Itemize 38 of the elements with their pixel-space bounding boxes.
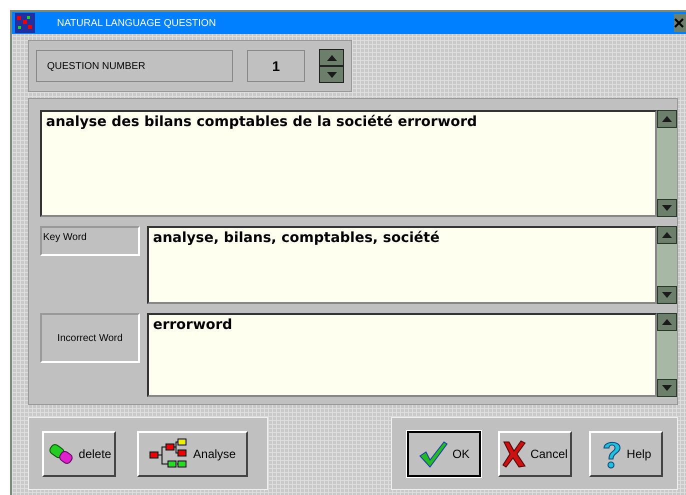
scroll-down-button[interactable]: [657, 286, 677, 304]
up-arrow-icon: [662, 116, 672, 122]
up-arrow-icon: [662, 232, 672, 238]
down-arrow-icon: [662, 292, 672, 298]
question-number-label: QUESTION NUMBER: [36, 50, 233, 82]
up-arrow-icon: [326, 54, 336, 60]
tree-diagram-icon: [149, 438, 190, 470]
text-area[interactable]: analyse, bilans, comptables, société: [147, 226, 657, 304]
text-area[interactable]: analyse des bilans comptables de la société errorword: [40, 110, 657, 217]
up-arrow-icon: [662, 319, 672, 325]
checkmark-icon: [418, 440, 448, 468]
ok-button[interactable]: OK: [407, 430, 481, 476]
scroll-up-button[interactable]: [657, 313, 677, 331]
x-mark-icon: [502, 440, 526, 468]
help-button[interactable]: Help: [589, 430, 663, 476]
decrement-button[interactable]: [319, 66, 344, 83]
down-arrow-icon: [662, 385, 672, 391]
close-icon: [674, 18, 684, 28]
down-arrow-icon: [326, 72, 336, 78]
scrollbar[interactable]: [657, 110, 677, 217]
question-number-value: 1: [247, 50, 305, 82]
scroll-up-button[interactable]: [657, 110, 677, 128]
increment-button[interactable]: [319, 49, 344, 66]
field-label: Key Word: [40, 226, 140, 256]
cancel-button[interactable]: Cancel: [498, 430, 572, 476]
scroll-down-button[interactable]: [657, 379, 677, 397]
delete-button[interactable]: delete: [42, 430, 116, 476]
window-title: NATURAL LANGUAGE QUESTION: [57, 16, 216, 30]
close-button[interactable]: [674, 14, 686, 32]
scroll-up-button[interactable]: [657, 226, 677, 244]
scrollbar[interactable]: [657, 226, 677, 304]
text-area[interactable]: errorword: [147, 313, 657, 397]
analyse-button[interactable]: Analyse: [137, 430, 248, 476]
scroll-down-button[interactable]: [657, 199, 677, 217]
down-arrow-icon: [662, 205, 672, 211]
app-icon: [15, 13, 35, 33]
field-label: Incorrect Word: [40, 313, 140, 363]
scrollbar[interactable]: [657, 313, 677, 397]
